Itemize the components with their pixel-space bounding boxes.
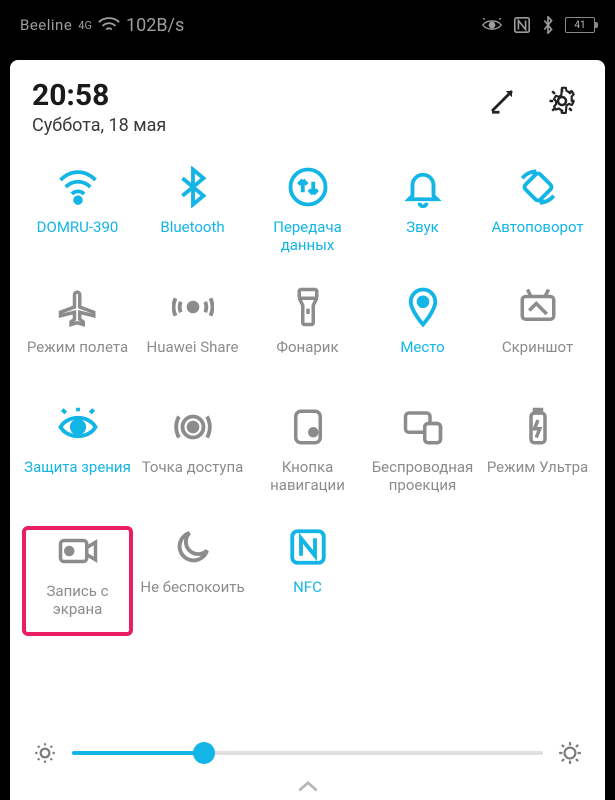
tile-label: Запись с экрана [26, 582, 129, 618]
tile-label: Передача данных [252, 218, 363, 254]
tile-label: Режим полета [27, 338, 128, 356]
tile-label: Звук [406, 218, 439, 236]
eye-icon [57, 406, 99, 448]
tile-sound[interactable]: Звук [367, 166, 478, 276]
edit-tiles-button[interactable] [487, 86, 517, 116]
data-swap-icon [287, 166, 329, 208]
bluetooth-status-icon [541, 16, 555, 34]
castscreen-icon [402, 406, 444, 448]
clock-date: Суббота, 18 мая [32, 115, 166, 136]
tile-label: Беспроводная проекция [367, 458, 478, 494]
flashlight-icon [287, 286, 329, 328]
tile-label: Не беспокоить [140, 578, 244, 596]
brightness-row [18, 730, 597, 766]
hotspot-icon [172, 406, 214, 448]
tile-airplane[interactable]: Режим полета [22, 286, 133, 396]
tile-label: Huawei Share [147, 338, 239, 356]
status-left-group: Beeline 4G 102B/s [20, 15, 184, 36]
wifi-status-icon [98, 17, 120, 33]
tile-wifi[interactable]: DOMRU-390 [22, 166, 133, 276]
tile-label: Режим Ультра [487, 458, 588, 476]
carrier-label: Beeline [20, 16, 72, 34]
tile-label: Bluetooth [160, 218, 224, 236]
bell-icon [402, 166, 444, 208]
tile-huaweishare[interactable]: Huawei Share [137, 286, 248, 396]
panel-header: 20:58 Суббота, 18 мая [18, 78, 597, 148]
autorotate-icon [517, 166, 559, 208]
tile-eyecomfort[interactable]: Защита зрения [22, 406, 133, 516]
tiles-grid: DOMRU-390 Bluetooth Передача данных Звук Авт… [18, 148, 597, 644]
status-bar: Beeline 4G 102B/s 41 [0, 0, 615, 50]
tile-label: DOMRU-390 [37, 218, 119, 236]
tile-data[interactable]: Передача данных [252, 166, 363, 276]
tile-label: Защита зрения [24, 458, 131, 476]
battery-indicator: 41 [565, 17, 595, 33]
moon-icon [172, 526, 214, 568]
tile-label: Место [400, 338, 444, 356]
tile-hotspot[interactable]: Точка доступа [137, 406, 248, 516]
tile-wireless[interactable]: Беспроводная проекция [367, 406, 478, 516]
tile-dnd[interactable]: Не беспокоить [137, 526, 248, 636]
tile-ultra[interactable]: Режим Ультра [482, 406, 593, 516]
tile-label: Фонарик [276, 338, 338, 356]
brightness-low-icon [32, 740, 58, 766]
airplane-icon [57, 286, 99, 328]
network-speed-label: 102B/s [126, 15, 184, 36]
huaweishare-icon [172, 286, 214, 328]
status-right-group: 41 [481, 16, 595, 34]
tile-label: Автоповорот [491, 218, 583, 236]
brightness-high-icon [557, 740, 583, 766]
battery-percent-label: 41 [574, 20, 585, 31]
tile-screenrec[interactable]: Запись с экрана [22, 526, 133, 636]
clock-block[interactable]: 20:58 Суббота, 18 мая [32, 78, 166, 136]
navbutton-icon [287, 406, 329, 448]
screenshot-icon [517, 286, 559, 328]
tile-screenshot[interactable]: Скриншот [482, 286, 593, 396]
brightness-fill [72, 751, 204, 755]
nfc-status-icon [513, 16, 531, 34]
tile-flashlight[interactable]: Фонарик [252, 286, 363, 396]
tile-bluetooth[interactable]: Bluetooth [137, 166, 248, 276]
screenrec-icon [57, 530, 99, 572]
tile-location[interactable]: Место [367, 286, 478, 396]
wifi-icon [57, 166, 99, 208]
brightness-slider[interactable] [72, 751, 543, 755]
tile-label: Скриншот [502, 338, 573, 356]
settings-button[interactable] [547, 86, 577, 116]
tile-navbutton[interactable]: Кнопка навигации [252, 406, 363, 516]
signal-4g-label: 4G [78, 19, 92, 32]
collapse-handle[interactable] [18, 766, 597, 800]
bluetooth-icon [172, 166, 214, 208]
clock-time: 20:58 [32, 78, 166, 113]
phone-frame: Beeline 4G 102B/s 41 [0, 0, 615, 800]
tile-nfc[interactable]: NFC [252, 526, 363, 636]
quick-settings-panel: 20:58 Суббота, 18 мая DOMRU-390 Bluetooth… [10, 60, 605, 800]
brightness-thumb[interactable] [193, 742, 215, 764]
tile-label: NFC [293, 578, 322, 596]
location-icon [402, 286, 444, 328]
eye-comfort-status-icon [481, 18, 503, 32]
tile-autorotate[interactable]: Автоповорот [482, 166, 593, 276]
tile-label: Кнопка навигации [252, 458, 363, 494]
nfc-icon [287, 526, 329, 568]
chevron-up-icon [295, 778, 321, 794]
battery-ultra-icon [517, 406, 559, 448]
tile-label: Точка доступа [142, 458, 244, 476]
